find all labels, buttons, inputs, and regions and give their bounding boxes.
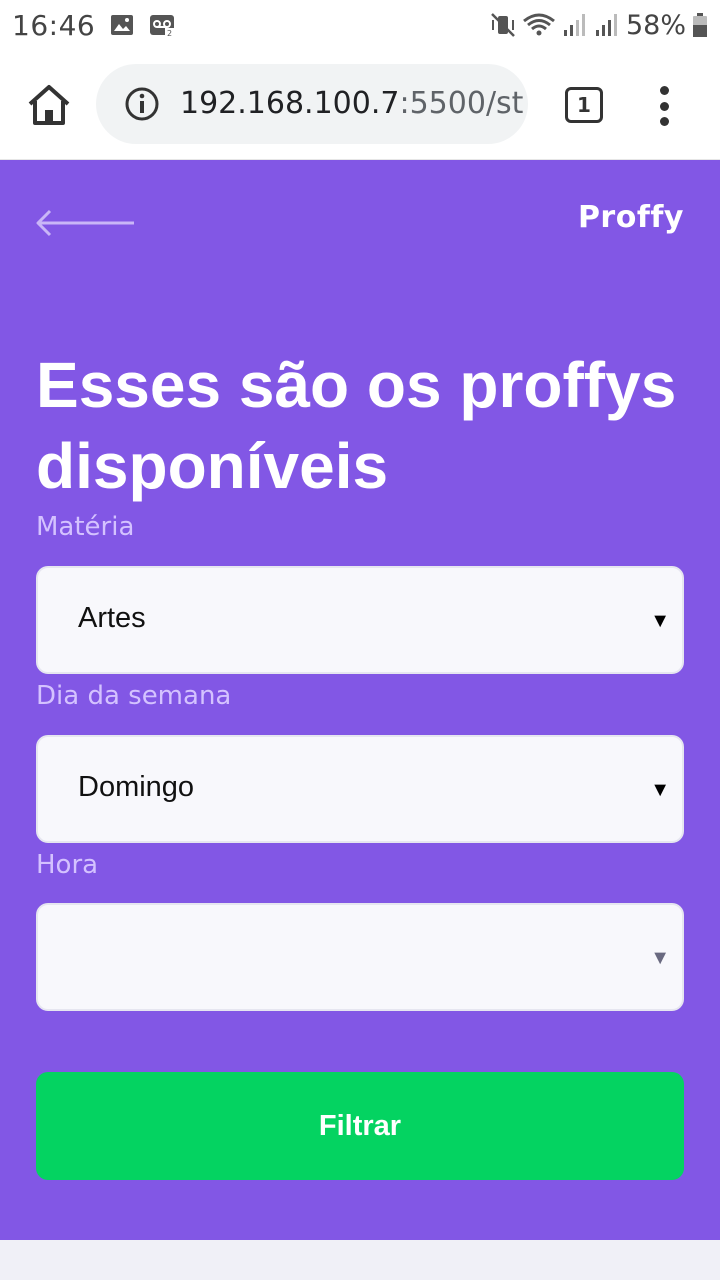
info-icon[interactable] [124,86,160,122]
dropdown-arrow-icon: ▼ [650,947,670,969]
time-label: Hora [36,850,99,880]
time-select[interactable]: ▼ [36,903,684,1011]
weekday-select-value: Domingo [78,771,195,803]
status-bar: 16:46 2 58% [0,0,720,50]
dropdown-arrow-icon: ▼ [650,610,670,632]
weekday-label: Dia da semana [36,681,232,711]
voicemail-icon: 2 [149,12,176,38]
tab-count: 1 [577,93,591,117]
filter-button[interactable]: Filtrar [36,1072,684,1180]
weekday-select[interactable]: Domingo ▼ [36,735,684,843]
menu-dot [659,117,669,126]
page-header: Proffy Esses são os proffys disponíveis … [0,160,720,1240]
battery-icon [692,12,708,38]
signal-icon [594,12,620,38]
menu-dot [659,101,669,111]
page-title: Esses são os proffys disponíveis [36,349,677,502]
browser-toolbar: 192.168.100.7:5500/st 1 [0,50,720,160]
address-bar[interactable]: 192.168.100.7:5500/st [96,64,528,144]
subject-select[interactable]: Artes ▼ [36,566,684,674]
mute-vibrate-icon [490,12,516,38]
image-icon [109,12,135,38]
menu-dot [659,86,669,95]
svg-text:2: 2 [167,29,172,38]
subject-label: Matéria [36,512,135,542]
home-icon [28,85,70,125]
back-button[interactable] [36,205,136,241]
subject-select-value: Artes [78,602,146,634]
dropdown-arrow-icon: ▼ [650,779,670,801]
signal-icon [562,12,588,38]
home-button[interactable] [24,82,74,128]
url-text[interactable]: 192.168.100.7:5500/st [180,86,523,121]
arrow-left-icon [36,209,134,237]
more-menu-button[interactable] [650,86,678,126]
proffy-logo: Proffy [577,200,684,235]
url-host: 192.168.100.7 [180,86,400,121]
url-path: :5500/st [399,86,524,121]
status-time: 16:46 [12,8,96,42]
wifi-icon [522,12,556,38]
tab-switcher-button[interactable]: 1 [565,87,603,123]
battery-percent: 58% [625,9,686,41]
